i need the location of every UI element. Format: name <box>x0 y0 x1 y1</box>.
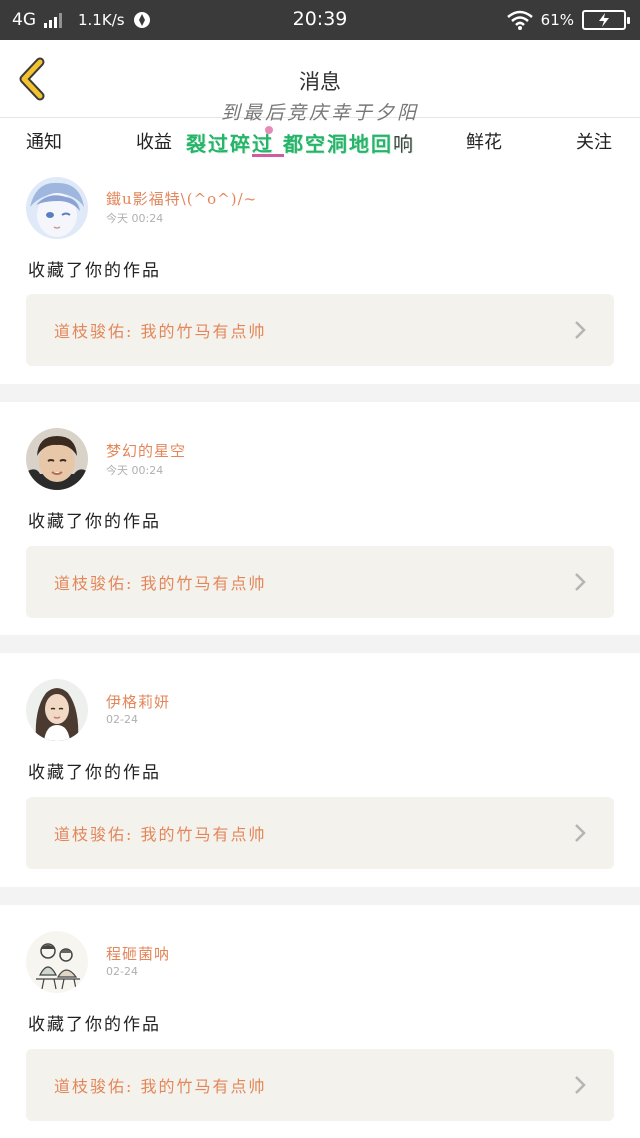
avatar[interactable] <box>26 177 88 239</box>
work-link[interactable]: 道枝骏佑: 我的竹马有点帅 <box>26 1049 614 1121</box>
user-name[interactable]: 梦幻的星空 <box>106 440 186 461</box>
work-link[interactable]: 道枝骏佑: 我的竹马有点帅 <box>26 797 614 869</box>
status-bar: 4G 1.1K/s 20:39 61% <box>0 0 640 40</box>
tab-notice[interactable]: 通知 <box>26 128 62 154</box>
divider <box>0 635 640 653</box>
chevron-right-icon <box>575 824 586 842</box>
notification-time: 02-24 <box>106 713 138 726</box>
chevron-right-icon <box>575 321 586 339</box>
avatar[interactable] <box>26 679 88 741</box>
page-title: 消息 <box>299 70 341 94</box>
overlay-underline <box>252 154 284 157</box>
notification-time: 今天 00:24 <box>106 464 164 477</box>
action-text: 收藏了你的作品 <box>28 512 161 532</box>
battery-icon <box>582 10 630 30</box>
work-title: 道枝骏佑: 我的竹马有点帅 <box>54 825 267 844</box>
work-link[interactable]: 道枝骏佑: 我的竹马有点帅 <box>26 294 614 366</box>
avatar[interactable] <box>26 428 88 490</box>
notification-time: 02-24 <box>106 965 138 978</box>
avatar-girl-photo-icon <box>26 679 88 741</box>
divider <box>0 887 640 905</box>
user-name[interactable]: 程砸菌呐 <box>106 943 170 964</box>
avatar-sketch-couple-icon <box>26 931 88 993</box>
action-text: 收藏了你的作品 <box>28 1015 161 1035</box>
header: 消息 到最后竞庆幸于夕阳 <box>0 40 640 124</box>
overlay-caption-2: 裂过碎过 都空洞地回响 <box>186 128 415 157</box>
tab-follow[interactable]: 关注 <box>576 128 612 154</box>
overlay-caption-2-text: 裂过碎过 都空洞地回 <box>186 132 393 156</box>
notification-card: 伊格莉妍 02-24 收藏了你的作品 道枝骏佑: 我的竹马有点帅 <box>0 653 640 887</box>
wifi-icon <box>506 10 533 30</box>
notification-time: 今天 00:24 <box>106 212 164 225</box>
work-title: 道枝骏佑: 我的竹马有点帅 <box>54 1077 267 1096</box>
notification-card: 程砸菌呐 02-24 收藏了你的作品 道枝骏佑: 我的竹马有点帅 <box>0 905 640 1138</box>
notification-card: 梦幻的星空 今天 00:24 收藏了你的作品 道枝骏佑: 我的竹马有点帅 <box>0 402 640 635</box>
avatar[interactable] <box>26 931 88 993</box>
tab-income[interactable]: 收益 <box>136 128 172 154</box>
action-text: 收藏了你的作品 <box>28 763 161 783</box>
user-name[interactable]: 鐵u影福特\(^o^)/~ <box>106 188 257 209</box>
notification-card: 鐵u影福特\(^o^)/~ 今天 00:24 收藏了你的作品 道枝骏佑: 我的竹… <box>0 160 640 384</box>
user-name[interactable]: 伊格莉妍 <box>106 691 170 712</box>
avatar-anime-boy-icon <box>26 177 88 239</box>
work-link[interactable]: 道枝骏佑: 我的竹马有点帅 <box>26 546 614 618</box>
divider <box>0 384 640 402</box>
battery-percent: 61% <box>540 11 574 29</box>
chevron-right-icon <box>575 1076 586 1094</box>
tab-flowers[interactable]: 鲜花 <box>466 128 502 154</box>
work-title: 道枝骏佑: 我的竹马有点帅 <box>54 322 267 341</box>
chevron-right-icon <box>575 573 586 591</box>
work-title: 道枝骏佑: 我的竹马有点帅 <box>54 574 267 593</box>
action-text: 收藏了你的作品 <box>28 261 161 281</box>
overlay-caption-2-tail: 响 <box>392 132 415 156</box>
avatar-boy-photo-icon <box>26 428 88 490</box>
